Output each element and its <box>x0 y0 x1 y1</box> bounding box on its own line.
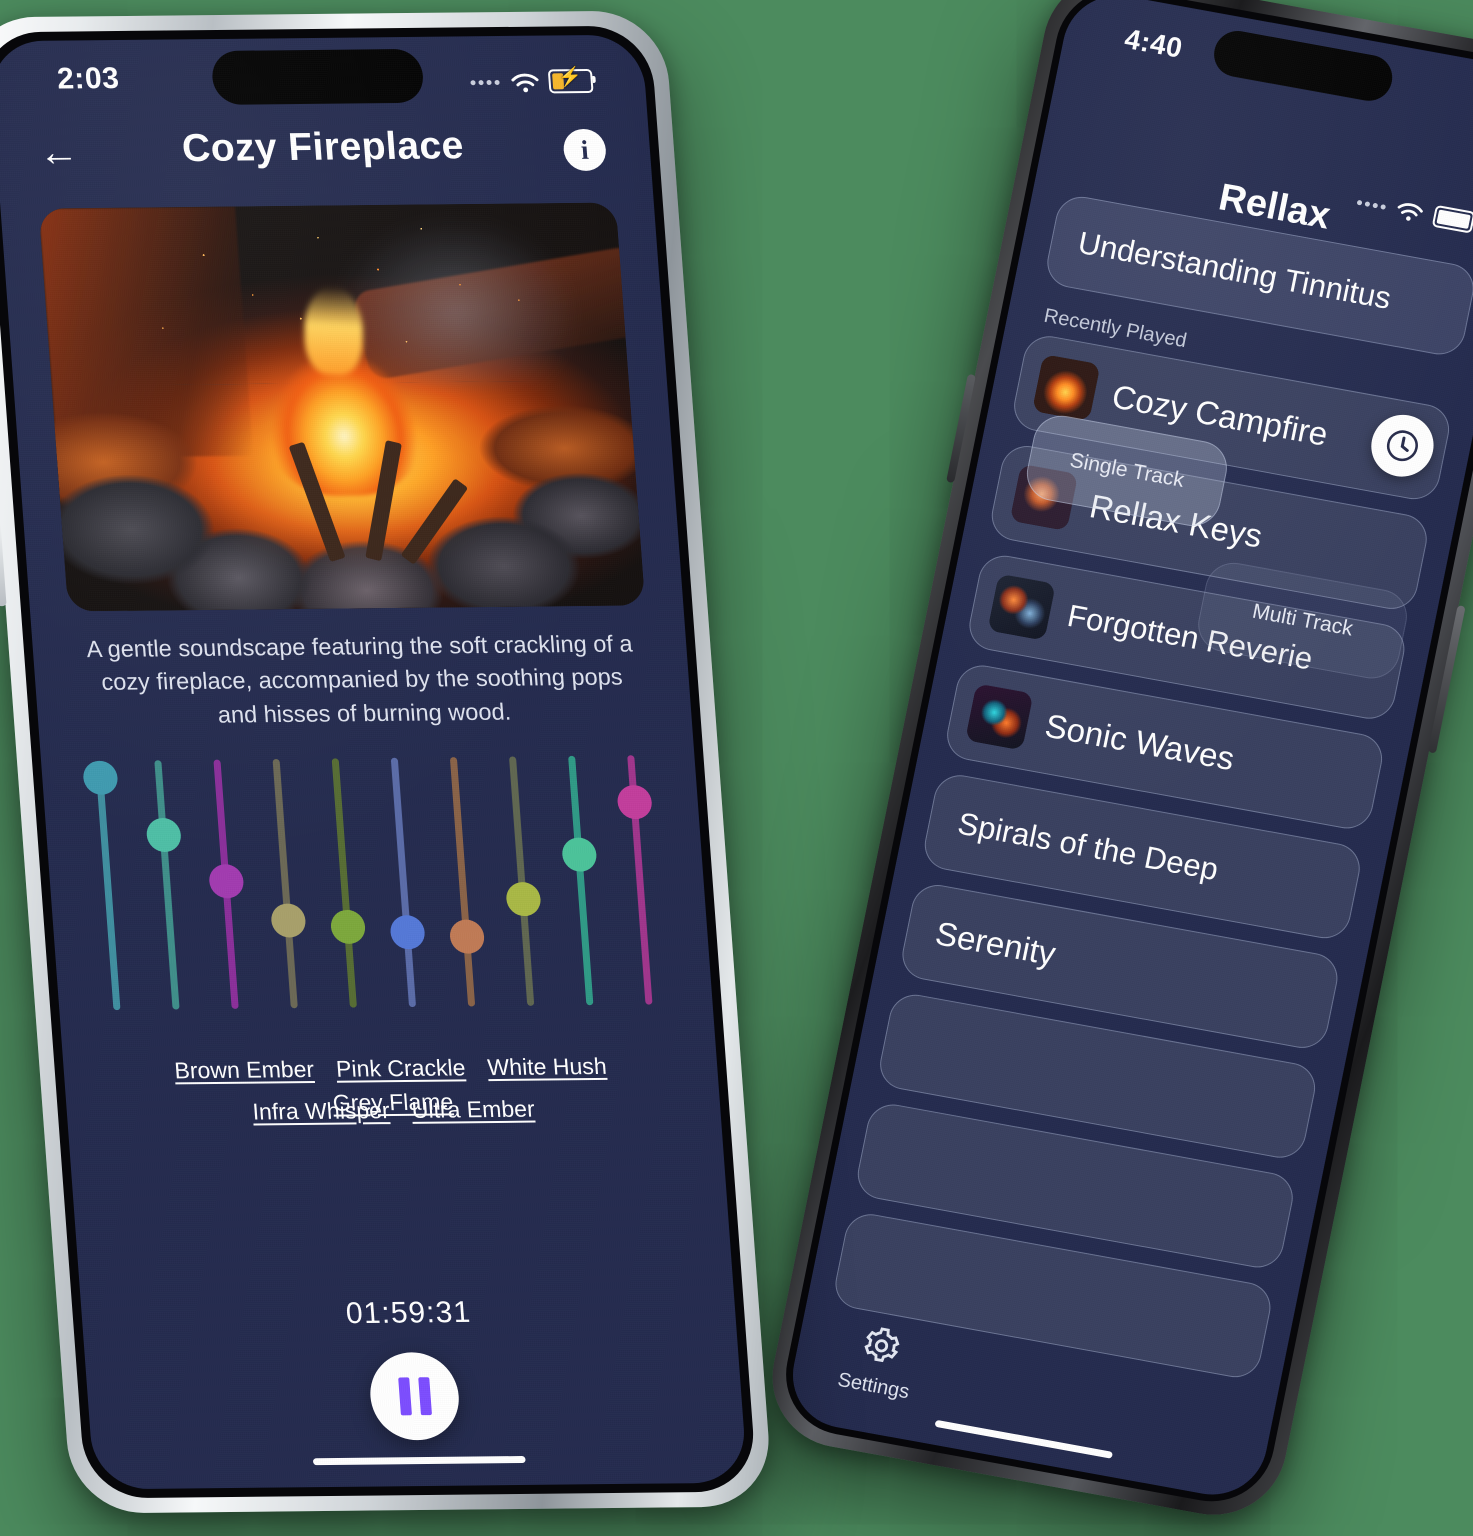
settings-button[interactable]: Settings <box>836 1320 922 1404</box>
charging-bolt-icon: ⚡ <box>557 67 583 89</box>
phone-left-screen: 2:03 ⚡ ← Cozy Fireplace i A gentle sound… <box>0 34 748 1490</box>
slider-track-6[interactable] <box>390 757 417 1008</box>
sound-mixer-sliders <box>82 755 656 1028</box>
left-nav-bar: ← Cozy Fireplace i <box>0 122 653 193</box>
slider-thumb-1[interactable] <box>82 760 119 795</box>
track-mode-multi-label: Multi Track <box>1250 599 1355 641</box>
slider-thumb-9[interactable] <box>561 837 598 872</box>
signal-dots-icon <box>1356 199 1387 210</box>
slider-thumb-5[interactable] <box>329 909 367 945</box>
slider-thumb-3[interactable] <box>208 864 245 899</box>
list-item-label: Spirals of the Deep <box>954 805 1222 888</box>
cozy-fireplace-artwork <box>38 202 646 612</box>
page-title: Cozy Fireplace <box>180 124 466 171</box>
left-dynamic-island <box>210 48 425 105</box>
slider-track-1[interactable] <box>95 760 121 1011</box>
slider-thumb-4[interactable] <box>270 903 307 938</box>
legend-item: Pink Crackle <box>335 1054 467 1082</box>
list-item-label: Serenity <box>932 914 1059 973</box>
pause-button[interactable] <box>367 1351 462 1441</box>
wifi-icon <box>510 72 539 93</box>
right-status-bar: 4:40 <box>1057 0 1473 234</box>
left-status-icons: ⚡ <box>470 67 594 94</box>
left-home-indicator <box>312 1456 526 1466</box>
info-icon-label: i <box>579 134 590 165</box>
legend-item: White Hush <box>486 1052 608 1081</box>
settings-label: Settings <box>835 1368 912 1404</box>
pause-icon-bar-right <box>417 1377 432 1416</box>
playback-timer: 01:59:31 <box>344 1295 473 1331</box>
screenshot-stage: 4:40 Rellax Understanding Tinnitus Recen… <box>0 0 1473 1536</box>
sonic-thumbnail <box>964 683 1034 751</box>
slider-track-2[interactable] <box>154 760 180 1010</box>
phone-left: 2:03 ⚡ ← Cozy Fireplace i A gentle sound… <box>0 10 774 1514</box>
fire-thumbnail <box>1031 354 1101 422</box>
slider-thumb-8[interactable] <box>505 881 542 917</box>
slider-track-7[interactable] <box>449 757 476 1007</box>
slider-thumb-6[interactable] <box>389 915 426 950</box>
phone-right-screen: 4:40 Rellax Understanding Tinnitus Recen… <box>783 0 1473 1504</box>
slider-track-5[interactable] <box>331 758 357 1008</box>
slider-track-4[interactable] <box>272 758 298 1009</box>
left-status-bar: 2:03 ⚡ <box>0 35 648 128</box>
phone-right: 4:40 Rellax Understanding Tinnitus Recen… <box>759 0 1473 1527</box>
wifi-icon <box>1395 199 1426 223</box>
track-mode-single-label: Single Track <box>1067 448 1187 492</box>
slider-thumb-7[interactable] <box>448 919 486 954</box>
left-status-time: 2:03 <box>55 61 121 96</box>
list-item-label: Sonic Waves <box>1041 706 1238 778</box>
signal-dots-icon <box>470 79 500 85</box>
soundscape-description: A gentle soundscape featuring the soft c… <box>85 630 634 728</box>
slider-track-9[interactable] <box>568 755 594 1006</box>
slider-thumb-10[interactable] <box>616 784 653 820</box>
slider-legend-row-2: Infra Whisper Ultra Ember <box>106 1094 681 1127</box>
legend-item: Infra Whisper <box>251 1097 391 1125</box>
pause-icon-bar-left <box>397 1377 412 1416</box>
legend-item: Ultra Ember <box>410 1095 536 1123</box>
slider-thumb-2[interactable] <box>145 817 183 853</box>
battery-charging-icon: ⚡ <box>547 67 594 94</box>
right-status-time: 4:40 <box>1122 22 1186 64</box>
legend-item: Brown Ember <box>173 1056 315 1084</box>
gear-icon <box>857 1323 905 1374</box>
reverie-thumbnail <box>987 573 1056 641</box>
